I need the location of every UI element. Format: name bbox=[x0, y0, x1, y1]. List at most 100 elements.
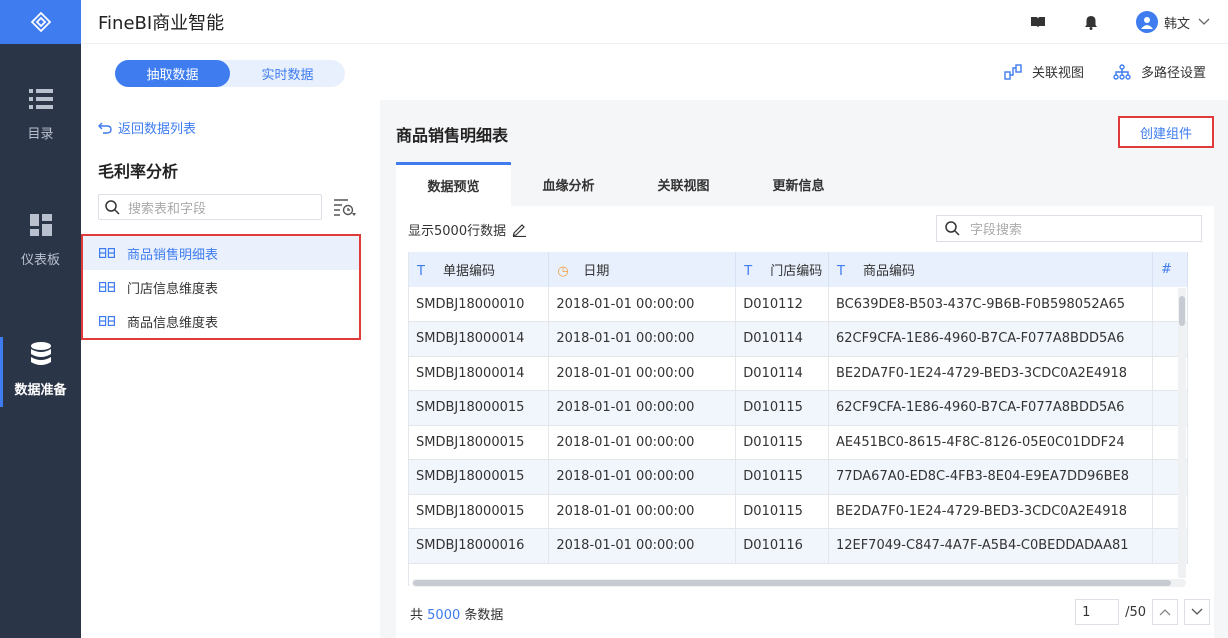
multipath-settings-link[interactable]: 多路径设置 bbox=[1113, 62, 1206, 81]
table-cell: SMDBJ18000014 bbox=[409, 356, 550, 391]
pagination: 1 /50 bbox=[1075, 599, 1210, 625]
column-header-product-code[interactable]: T 商品编码 bbox=[828, 252, 1153, 287]
vertical-scrollbar[interactable] bbox=[1178, 288, 1186, 578]
record-count-suffix: 条数据 bbox=[464, 608, 504, 623]
bell-icon[interactable] bbox=[1084, 15, 1098, 30]
nav-item-data-prep[interactable]: 数据准备 bbox=[0, 337, 81, 407]
record-count: 共 5000 条数据 bbox=[410, 604, 503, 623]
create-component-label: 创建组件 bbox=[1139, 126, 1192, 142]
table-list: 商品销售明细表 门店信息维度表 商品信息维度表 bbox=[81, 234, 361, 340]
tab-relation-view[interactable]: 关联视图 bbox=[626, 162, 741, 206]
table-cell: SMDBJ18000015 bbox=[409, 494, 550, 529]
nav-label-catalog: 目录 bbox=[27, 127, 54, 142]
rows-info: 显示5000行数据 bbox=[408, 220, 527, 239]
realtime-data-toggle[interactable]: 实时数据 bbox=[230, 60, 345, 87]
extract-data-toggle[interactable]: 抽取数据 bbox=[115, 60, 230, 87]
column-header-label: 门店编码 bbox=[770, 264, 823, 279]
back-link-label: 返回数据列表 bbox=[118, 122, 197, 137]
relation-view-link[interactable]: 关联视图 bbox=[1004, 62, 1084, 81]
column-header-numeric[interactable]: # bbox=[1152, 252, 1188, 287]
table-cell: SMDBJ18000016 bbox=[409, 528, 550, 564]
table-cell: 2018-01-01 00:00:00 bbox=[548, 494, 737, 529]
table-cell: SMDBJ18000014 bbox=[409, 321, 550, 357]
user-name[interactable]: 韩文 bbox=[1164, 13, 1190, 32]
table-name: 商品销售明细表 bbox=[127, 247, 219, 263]
table-cell: 77DA67A0-ED8C-4FB3-8E04-E9EA7DD96BE8 bbox=[828, 459, 1153, 495]
field-search-input[interactable]: 字段搜索 bbox=[936, 215, 1202, 242]
table-cell: 12EF7049-C847-4A7F-A5B4-C0BEDDADAA81 bbox=[828, 528, 1153, 564]
table-row: SMDBJ18000014 2018-01-01 00:00:00 D010114 6… bbox=[409, 321, 1188, 357]
table-cell: SMDBJ18000015 bbox=[409, 390, 550, 426]
page-number: 1 bbox=[1082, 604, 1091, 620]
avatar[interactable] bbox=[1135, 11, 1158, 33]
sort-filter-icon[interactable] bbox=[333, 198, 357, 218]
tab-update-info[interactable]: 更新信息 bbox=[741, 162, 856, 206]
page-down-button[interactable] bbox=[1184, 599, 1210, 625]
horizontal-scrollbar[interactable] bbox=[412, 579, 1186, 587]
book-icon[interactable] bbox=[1030, 15, 1046, 29]
table-icon bbox=[99, 248, 115, 258]
scroll-thumb[interactable] bbox=[413, 580, 1171, 586]
top-bar: FineBI商业智能 韩文 bbox=[81, 0, 1228, 44]
table-cell: 2018-01-01 00:00:00 bbox=[548, 390, 737, 426]
table-list-item[interactable]: 商品信息维度表 bbox=[83, 304, 359, 338]
edit-pencil-icon[interactable] bbox=[512, 222, 527, 237]
top-right-controls: 韩文 bbox=[1030, 0, 1218, 44]
table-cell: 2018-01-01 00:00:00 bbox=[548, 528, 737, 564]
chevron-up-icon bbox=[1159, 609, 1171, 616]
data-preview-panel: 显示5000行数据 字段搜索 T 单据编码 ◷ 日期 T 门店编码 T 商品编码… bbox=[396, 206, 1214, 638]
logo[interactable] bbox=[0, 0, 81, 44]
column-header-label: 商品编码 bbox=[862, 264, 915, 279]
field-search-placeholder: 字段搜索 bbox=[970, 223, 1023, 238]
finebi-logo-icon bbox=[30, 11, 51, 33]
multipath-settings-label: 多路径设置 bbox=[1140, 66, 1206, 81]
scroll-thumb[interactable] bbox=[1179, 296, 1185, 326]
list-icon bbox=[28, 89, 53, 109]
hierarchy-icon bbox=[1113, 63, 1131, 80]
nav-label-data-prep: 数据准备 bbox=[14, 383, 67, 398]
table-name: 商品信息维度表 bbox=[127, 315, 219, 331]
table-row: SMDBJ18000014 2018-01-01 00:00:00 D010114 B… bbox=[409, 356, 1188, 391]
user-icon bbox=[1140, 16, 1153, 29]
search-icon bbox=[945, 221, 960, 236]
table-cell: SMDBJ18000010 bbox=[409, 287, 550, 322]
table-cell: D010114 bbox=[735, 321, 829, 357]
table-row: SMDBJ18000010 2018-01-01 00:00:00 D010112 B… bbox=[409, 287, 1188, 322]
data-grid: T 单据编码 ◷ 日期 T 门店编码 T 商品编码 # SMDBJ18000010 201… bbox=[408, 252, 1188, 586]
column-header-label: 日期 bbox=[583, 264, 610, 279]
table-cell: 2018-01-01 00:00:00 bbox=[548, 287, 737, 322]
table-title: 商品销售明细表 bbox=[396, 126, 509, 145]
create-component-button[interactable]: 创建组件 bbox=[1118, 116, 1214, 148]
nav-item-dashboard[interactable]: 仪表板 bbox=[0, 214, 81, 268]
table-cell: D010115 bbox=[735, 425, 829, 460]
back-to-data-list-link[interactable]: 返回数据列表 bbox=[98, 118, 196, 137]
table-cell: D010115 bbox=[735, 459, 829, 495]
table-cell: D010115 bbox=[735, 494, 829, 529]
column-header-date[interactable]: ◷ 日期 bbox=[548, 252, 737, 287]
table-row: SMDBJ18000015 2018-01-01 00:00:00 D010115 A… bbox=[409, 425, 1188, 460]
page-up-button[interactable] bbox=[1152, 599, 1178, 625]
tab-lineage-analysis[interactable]: 血缘分析 bbox=[511, 162, 626, 206]
numeric-type-icon: # bbox=[1160, 262, 1172, 277]
column-header-doc-code[interactable]: T 单据编码 bbox=[409, 252, 550, 287]
table-name: 门店信息维度表 bbox=[127, 281, 219, 297]
column-header-store-code[interactable]: T 门店编码 bbox=[735, 252, 829, 287]
table-field-search-input[interactable]: 搜索表和字段 bbox=[98, 194, 322, 220]
nav-label-dashboard: 仪表板 bbox=[20, 253, 60, 268]
mode-bar: 抽取数据 实时数据 关联视图 多路径设置 bbox=[81, 44, 1228, 100]
table-cell: BE2DA7F0-1E24-4729-BED3-3CDC0A2E4918 bbox=[828, 356, 1153, 391]
table-cell: 62CF9CFA-1E86-4960-B7CA-F077A8BDD5A6 bbox=[828, 390, 1153, 426]
table-list-item[interactable]: 门店信息维度表 bbox=[83, 270, 359, 304]
search-placeholder: 搜索表和字段 bbox=[128, 201, 207, 217]
return-arrow-icon bbox=[98, 122, 112, 134]
table-header-row: T 单据编码 ◷ 日期 T 门店编码 T 商品编码 # bbox=[409, 252, 1188, 287]
text-type-icon: T bbox=[417, 264, 425, 279]
tab-data-preview[interactable]: 数据预览 bbox=[396, 162, 511, 206]
table-cell: D010115 bbox=[735, 390, 829, 426]
nav-item-catalog[interactable]: 目录 bbox=[0, 88, 81, 142]
mode-toggle: 抽取数据 实时数据 bbox=[115, 60, 345, 87]
page-number-input[interactable]: 1 bbox=[1075, 599, 1120, 625]
table-cell: D010116 bbox=[735, 528, 829, 564]
chevron-down-icon[interactable] bbox=[1198, 18, 1210, 26]
table-list-item[interactable]: 商品销售明细表 bbox=[83, 236, 359, 270]
